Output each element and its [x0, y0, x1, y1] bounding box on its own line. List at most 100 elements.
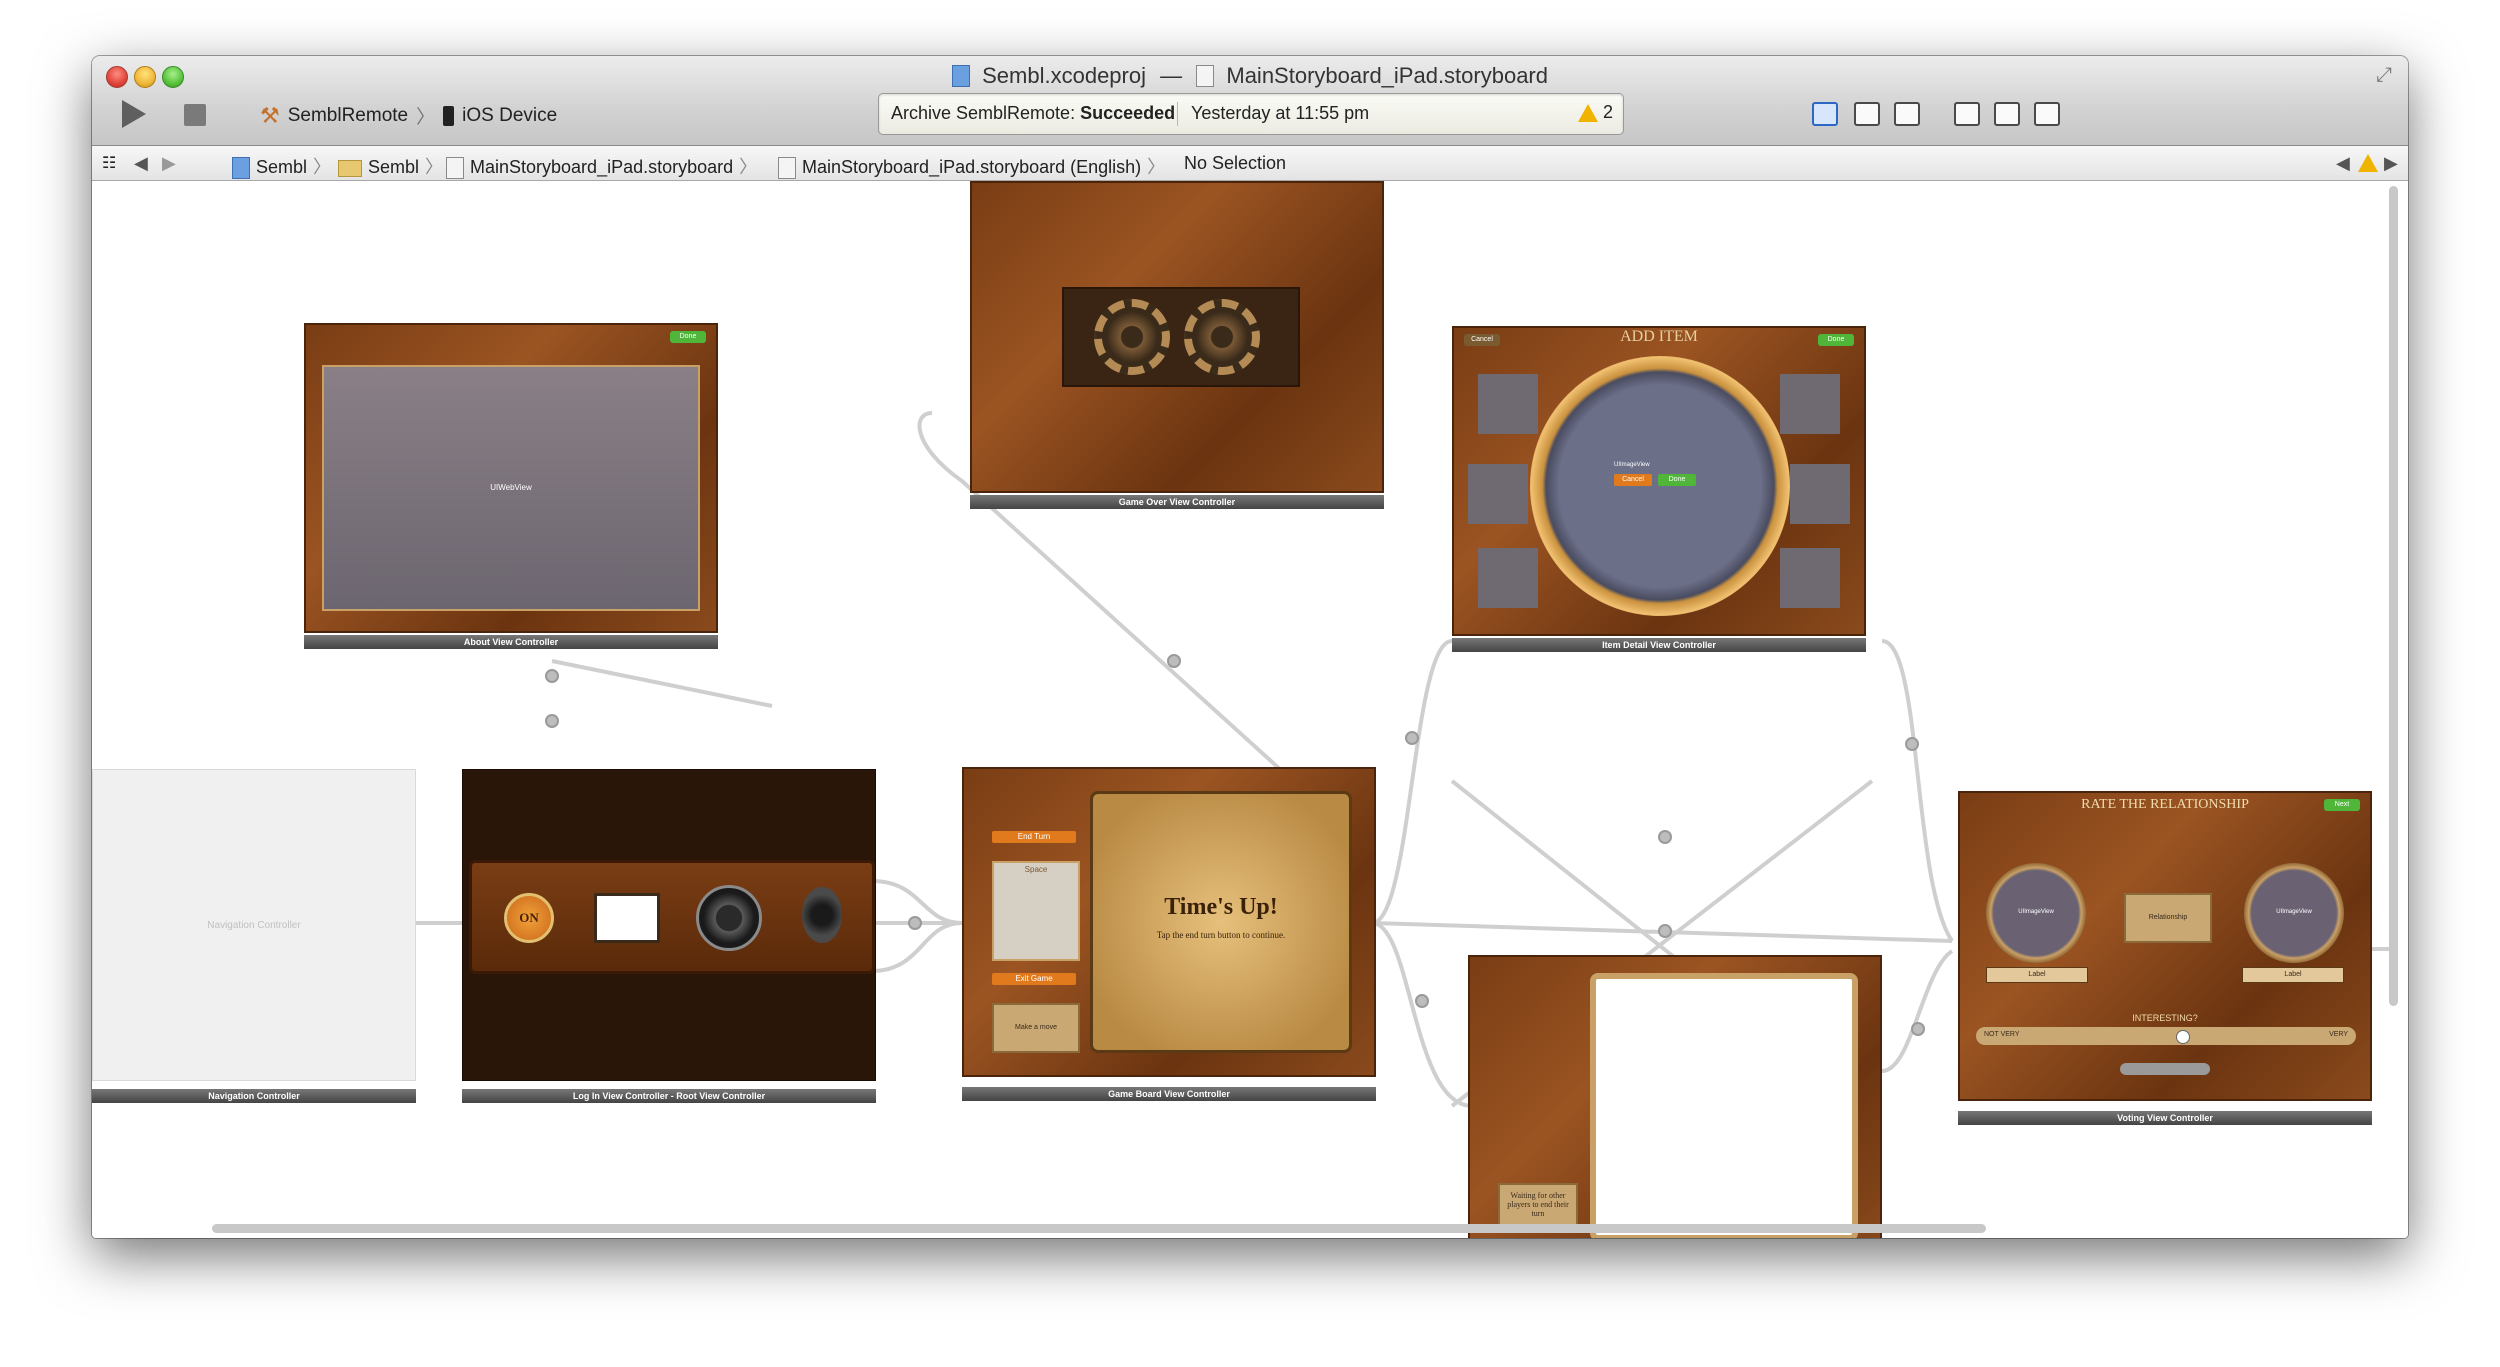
item-slot — [1790, 464, 1850, 524]
exit-game-button[interactable]: Exit Game — [992, 973, 1076, 985]
item-slot — [1780, 374, 1840, 434]
jumpbar-item-project[interactable]: Sembl 〉 — [232, 153, 337, 180]
voting-label-left: Label — [1986, 967, 2088, 983]
login-text-field[interactable] — [594, 893, 660, 943]
ios-device-icon — [443, 105, 455, 126]
xcode-window: Sembl.xcodeproj — MainStoryboard_iPad.st… — [92, 56, 2408, 1238]
jumpbar-item-selection[interactable]: No Selection — [1184, 153, 1286, 174]
storyboard-file-icon — [778, 157, 796, 180]
navigator-toggle-button[interactable] — [1954, 102, 1980, 126]
activity-message: Archive SemblRemote: Succeeded — [891, 103, 1175, 124]
voting-question: INTERESTING? — [2132, 1013, 2198, 1023]
activity-separator — [1177, 102, 1178, 126]
back-arrow-icon[interactable]: ◀ — [134, 153, 148, 174]
activity-viewer[interactable]: Archive SemblRemote: Succeeded Yesterday… — [878, 93, 1624, 135]
scene-label-login: Log In View Controller - Root View Contr… — [462, 1089, 876, 1103]
item-detail-cancel-button[interactable]: Cancel — [1464, 334, 1500, 346]
activity-warnings[interactable]: 2 — [1577, 102, 1613, 123]
utilities-toggle-button[interactable] — [2034, 102, 2060, 126]
gears-panel — [1062, 287, 1300, 387]
interest-slider[interactable]: NOT VERY VERY — [1976, 1027, 2356, 1045]
voting-title: RATE THE RELATIONSHIP — [2081, 797, 2249, 812]
on-button[interactable]: ON — [504, 893, 554, 943]
scene-label-about: About View Controller — [304, 635, 718, 649]
login-console: ON — [469, 860, 875, 974]
warning-icon — [1577, 104, 1598, 123]
project-icon — [952, 65, 970, 88]
space-panel: Space — [992, 861, 1080, 961]
times-up-panel: Time's Up! Tap the end turn button to co… — [1090, 791, 1352, 1053]
title-project: Sembl.xcodeproj — [982, 63, 1146, 89]
title-separator: — — [1160, 63, 1183, 89]
scene-login[interactable]: ON — [462, 769, 876, 1081]
standard-editor-button[interactable] — [1812, 102, 1838, 126]
waiting-canvas — [1590, 973, 1858, 1238]
title-file: MainStoryboard_iPad.storyboard — [1226, 63, 1548, 89]
dial-icon[interactable] — [696, 885, 762, 951]
storyboard-file-icon — [1196, 65, 1215, 88]
inner-done-button[interactable]: Done — [1658, 474, 1696, 486]
activity-time: Yesterday at 11:55 pm — [1191, 103, 1370, 123]
end-turn-button[interactable]: End Turn — [992, 831, 1076, 843]
scene-game-board[interactable]: End Turn Space Exit Game Make a move Tim… — [962, 767, 1376, 1077]
jumpbar-item-file[interactable]: MainStoryboard_iPad.storyboard 〉 — [446, 153, 763, 180]
debug-area-toggle-button[interactable] — [1994, 102, 2020, 126]
horizontal-scrollbar[interactable] — [212, 1224, 1986, 1233]
scheme-target-icon: ⚒ — [260, 102, 280, 128]
item-slot — [1478, 374, 1538, 434]
activity-status: Succeeded — [1080, 103, 1176, 123]
gear-icon — [1094, 299, 1170, 375]
about-webview: UIWebView — [322, 365, 700, 611]
related-items-icon[interactable]: ☷ — [102, 153, 116, 173]
scene-navigation[interactable]: Navigation Controller — [92, 769, 416, 1081]
version-editor-button[interactable] — [1894, 102, 1920, 126]
run-button[interactable] — [122, 100, 146, 128]
item-detail-done-button[interactable]: Done — [1818, 334, 1854, 346]
storyboard-canvas[interactable]: UIWebView Done About View Controller Gam… — [92, 181, 2408, 1238]
scene-about[interactable]: UIWebView Done — [304, 323, 718, 633]
jumpbar-item-localization[interactable]: MainStoryboard_iPad.storyboard (English)… — [778, 153, 1171, 180]
activity-prefix: Archive SemblRemote: — [891, 103, 1076, 123]
window-title: Sembl.xcodeproj — MainStoryboard_iPad.st… — [92, 62, 2408, 89]
vertical-scrollbar[interactable] — [2389, 186, 2398, 1006]
scene-waiting[interactable]: Waiting for other players to end their t… — [1468, 955, 1882, 1238]
jump-bar: ☷ ◀ ▶ Sembl 〉 Sembl 〉 MainStoryboard_iPad.… — [92, 146, 2408, 181]
assistant-editor-button[interactable] — [1854, 102, 1880, 126]
next-issue-icon[interactable]: ▶ — [2384, 153, 2398, 174]
folder-icon — [338, 159, 362, 177]
inner-cancel-button[interactable]: Cancel — [1614, 474, 1652, 486]
warning-count: 2 — [1602, 102, 1613, 122]
scene-label-navigation: Navigation Controller — [92, 1089, 416, 1103]
scene-label-game-over: Game Over View Controller — [970, 495, 1384, 509]
times-up-subtext: Tap the end turn button to continue. — [1156, 930, 1286, 940]
scheme-selector[interactable]: ⚒ SemblRemote 〉 iOS Device — [260, 102, 557, 129]
scene-item-detail[interactable]: ADD ITEM Cancel Done UIImageView Cancel … — [1452, 326, 1866, 636]
voting-image-left: UIImageView — [1986, 863, 2086, 963]
scene-voting[interactable]: RATE THE RELATIONSHIP Next UIImageView U… — [1958, 791, 2372, 1101]
scheme-chevron: 〉 — [416, 107, 436, 128]
destination-name: iOS Device — [462, 104, 558, 126]
previous-issue-icon[interactable]: ◀ — [2336, 153, 2350, 174]
issue-warning-icon[interactable] — [2358, 152, 2378, 173]
item-detail-title: ADD ITEM — [1620, 328, 1698, 345]
stop-button[interactable] — [184, 104, 206, 126]
item-slot — [1780, 548, 1840, 608]
slider-thumb[interactable] — [2176, 1030, 2190, 1044]
voting-next-button[interactable]: Next — [2324, 799, 2360, 811]
lever-icon[interactable] — [802, 887, 842, 943]
make-move-panel: Make a move — [992, 1003, 1080, 1053]
jumpbar-item-group[interactable]: Sembl 〉 — [338, 153, 449, 179]
scene-game-over[interactable] — [970, 181, 1384, 493]
voting-submit-button[interactable] — [2120, 1063, 2210, 1075]
voting-image-right: UIImageView — [2244, 863, 2344, 963]
scene-label-voting: Voting View Controller — [1958, 1111, 2372, 1125]
item-detail-porthole: UIImageView Cancel Done — [1530, 356, 1790, 616]
storyboard-file-icon — [446, 157, 464, 180]
fullscreen-icon[interactable]: ⤢ — [2376, 64, 2398, 86]
about-done-button[interactable]: Done — [670, 331, 706, 343]
project-icon — [232, 157, 250, 180]
scene-label-game-board: Game Board View Controller — [962, 1087, 1376, 1101]
forward-arrow-icon[interactable]: ▶ — [162, 153, 176, 174]
relationship-panel: Relationship — [2124, 893, 2212, 943]
scene-label-item-detail: Item Detail View Controller — [1452, 638, 1866, 652]
